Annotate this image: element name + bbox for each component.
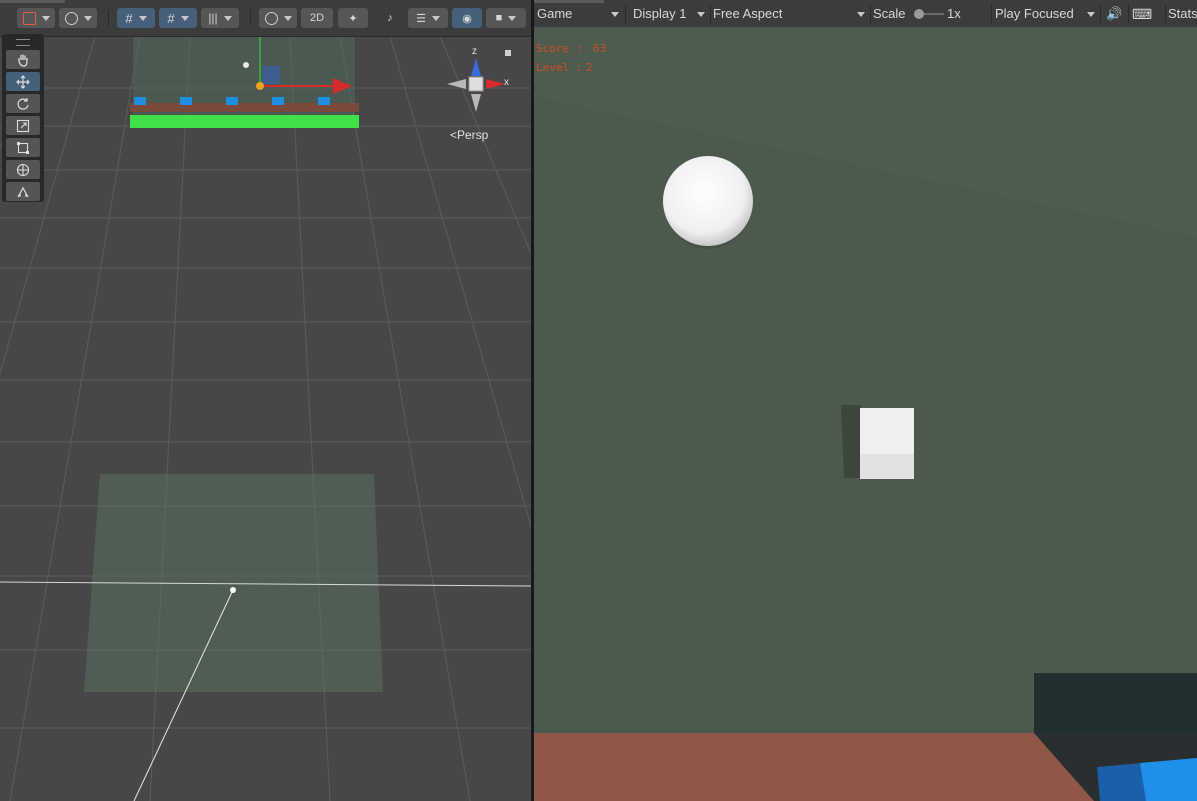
player-ball	[663, 156, 753, 246]
chevron-down-icon	[180, 15, 189, 21]
chevron-down-icon	[283, 15, 292, 21]
game-viewport[interactable]: Score : 63 Level : 2	[534, 27, 1197, 801]
rotate-tool-button[interactable]	[6, 94, 40, 113]
grid-toggle-button[interactable]: #	[117, 8, 155, 28]
play-mode-label: Play Focused	[995, 6, 1074, 21]
scene-visibility-button[interactable]: ◉	[452, 8, 482, 28]
chevron-down-icon	[41, 15, 50, 21]
chevron-down-icon	[138, 15, 147, 21]
display-dropdown[interactable]: Display 1	[630, 4, 708, 24]
chevron-down-icon	[508, 15, 517, 21]
hand-tool-button[interactable]	[6, 50, 40, 69]
tools-palette	[2, 34, 44, 202]
game-view-panel: Game Display 1 Free Aspect Scale 1x Play…	[534, 0, 1197, 801]
score-label: Score :	[536, 42, 583, 55]
chevron-down-icon	[611, 12, 619, 17]
camera-icon: ■	[495, 12, 503, 24]
speaker-icon: 🔊	[1106, 6, 1123, 21]
scene-view-panel[interactable]: z x <Persp # # ||| 2D ✦ ♪ ☰ ◉ ■	[0, 0, 531, 801]
toggle-2d-button[interactable]: 2D	[301, 8, 333, 28]
grid-icon: #	[125, 10, 133, 26]
score-value: 63	[593, 42, 607, 55]
chevron-down-icon	[697, 12, 705, 17]
lock-icon[interactable]	[505, 50, 511, 56]
transform-tool-button[interactable]	[6, 160, 40, 179]
sphere-marker	[243, 62, 249, 68]
gizmos-toggle-button[interactable]: ⌨	[1132, 4, 1152, 24]
scale-tool-button[interactable]	[6, 116, 40, 135]
mute-audio-button[interactable]: 🔊	[1106, 4, 1126, 24]
custom-tool-button[interactable]	[6, 182, 40, 201]
game-tab[interactable]	[534, 0, 604, 3]
rect-tool-button[interactable]	[6, 138, 40, 157]
aspect-dropdown[interactable]: Free Aspect	[710, 4, 868, 24]
view-dropdown[interactable]: Game	[534, 4, 622, 24]
hidden-eye-icon: ◉	[462, 12, 472, 25]
snap-grid-icon: #	[167, 10, 175, 26]
lightbulb-icon: ✦	[348, 12, 358, 25]
scene-toolbar: # # ||| 2D ✦ ♪ ☰ ◉ ■	[0, 0, 531, 37]
scale-slider-thumb[interactable]	[914, 9, 924, 19]
draw-mode-dropdown[interactable]	[17, 8, 55, 28]
camera-point	[230, 587, 236, 593]
aspect-dropdown-label: Free Aspect	[713, 6, 783, 21]
orientation-gizmo[interactable]	[447, 58, 505, 112]
stats-button[interactable]: Stats	[1168, 4, 1197, 24]
chevron-down-icon	[83, 15, 92, 21]
scale-label: Scale	[873, 6, 906, 21]
camera-settings-dropdown[interactable]: ■	[486, 8, 526, 28]
gizmo-z-label: z	[472, 46, 477, 57]
keyboard-icon: ⌨	[1132, 6, 1153, 22]
increment-snap-button[interactable]: |||	[201, 8, 239, 28]
chevron-down-icon	[857, 12, 865, 17]
obstacle-cube-side	[860, 454, 914, 479]
background-shade	[534, 27, 1197, 237]
sphere-shade-icon	[264, 11, 278, 25]
plane-handle[interactable]	[262, 66, 280, 84]
draw-mode-icon	[22, 11, 36, 25]
move-tool-button[interactable]	[6, 72, 40, 91]
audio-toggle-button[interactable]: ♪	[376, 8, 404, 28]
grass-strip	[130, 115, 359, 128]
chevron-down-icon	[431, 15, 440, 21]
transform-icon	[16, 163, 30, 176]
game-render	[534, 27, 1197, 801]
level-value: 2	[586, 61, 593, 74]
effects-dropdown[interactable]: ☰	[408, 8, 448, 28]
rotate-icon	[17, 97, 29, 110]
gizmo-x-label: x	[504, 77, 509, 88]
lighting-toggle-button[interactable]: ✦	[338, 8, 368, 28]
globe-icon	[64, 11, 78, 25]
scene-tab[interactable]	[0, 0, 65, 3]
far-plane-area	[133, 36, 355, 128]
scale-icon	[16, 119, 30, 132]
pivot-handle[interactable]	[256, 82, 264, 90]
rect-transform-icon	[17, 141, 29, 154]
chevron-down-icon	[1087, 12, 1095, 17]
custom-tool-icon	[17, 186, 29, 197]
scale-value: 1x	[947, 6, 961, 21]
blue-platform-top	[1140, 758, 1197, 801]
chevron-down-icon	[223, 15, 232, 21]
cube-shadow	[841, 405, 861, 478]
hand-icon	[18, 54, 28, 67]
snap-toggle-button[interactable]: #	[159, 8, 197, 28]
move-arrows-icon	[16, 74, 30, 89]
play-mode-dropdown[interactable]: Play Focused	[992, 4, 1098, 24]
display-dropdown-label: Display 1	[633, 6, 687, 21]
shading-mode-dropdown[interactable]	[259, 8, 297, 28]
ruler-icon: |||	[208, 11, 218, 25]
game-toolbar: Game Display 1 Free Aspect Scale 1x Play…	[534, 0, 1197, 28]
persp-toggle[interactable]: <Persp	[450, 128, 488, 142]
shading-dropdown[interactable]	[59, 8, 97, 28]
palette-grip-icon[interactable]	[16, 39, 30, 46]
layers-icon: ☰	[416, 12, 426, 25]
scene-viewport[interactable]	[0, 0, 531, 801]
level-label: Level :	[536, 61, 583, 74]
view-dropdown-label: Game	[537, 6, 573, 21]
obstacle-cube	[860, 408, 914, 459]
audio-mute-icon: ♪	[387, 12, 393, 24]
